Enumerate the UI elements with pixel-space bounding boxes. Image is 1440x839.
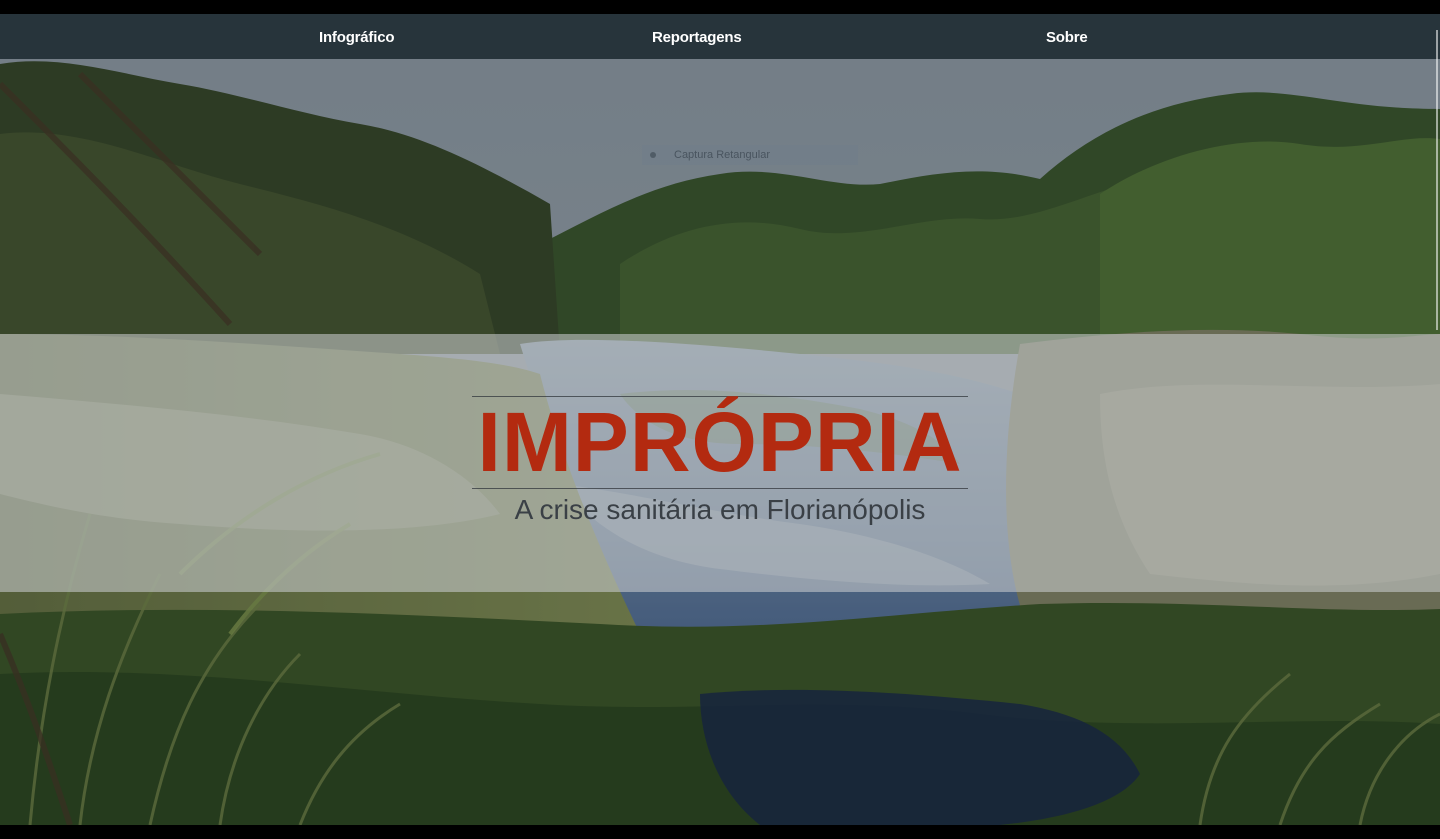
title-bottom-rule bbox=[472, 488, 968, 489]
hero-title-band: IMPRÓPRIA A crise sanitária em Florianóp… bbox=[0, 334, 1440, 592]
record-dot-icon bbox=[650, 152, 656, 159]
page: Infográfico Reportagens Sobre Captura Re… bbox=[0, 0, 1440, 839]
nav-link-sobre[interactable]: Sobre bbox=[1046, 14, 1088, 59]
nav-link-infografico[interactable]: Infográfico bbox=[319, 14, 395, 59]
screen-capture-ghost-overlay: Captura Retangular bbox=[642, 145, 858, 165]
page-scrollbar[interactable] bbox=[1436, 30, 1438, 330]
capture-ghost-label: Captura Retangular bbox=[674, 149, 771, 161]
page-subtitle: A crise sanitária em Florianópolis bbox=[514, 494, 926, 525]
nav-link-reportagens[interactable]: Reportagens bbox=[652, 14, 742, 59]
top-navigation-bar: Infográfico Reportagens Sobre bbox=[0, 14, 1440, 59]
page-title: IMPRÓPRIA bbox=[477, 395, 963, 489]
